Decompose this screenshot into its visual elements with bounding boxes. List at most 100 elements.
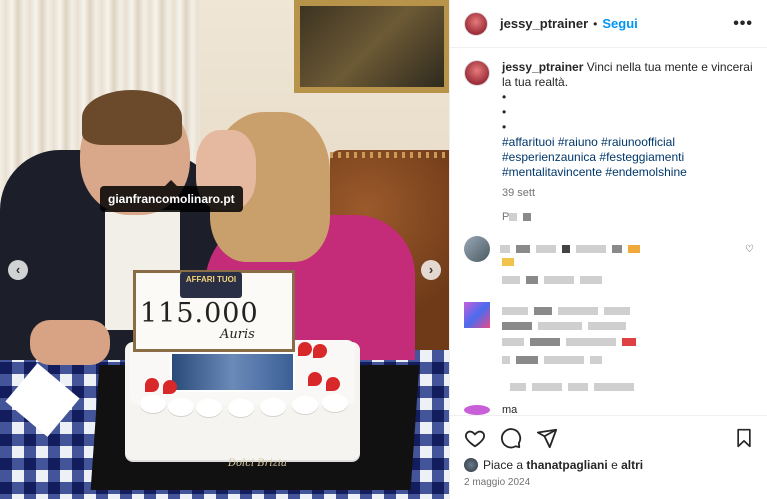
sign-subtext: Auris — [220, 327, 255, 342]
hashtag-line[interactable]: #mentalitavincente #endemolshine — [502, 165, 764, 180]
post-caption: jessy_ptrainer Vinci nella tua mente e v… — [464, 60, 764, 201]
pixelated-text — [536, 245, 556, 253]
cake-rosette — [168, 398, 194, 416]
cake-rosette — [260, 398, 286, 416]
pixelated-text — [502, 356, 510, 364]
caption-bullet: • — [502, 120, 507, 134]
caption-text-block: jessy_ptrainer Vinci nella tua mente e v… — [502, 60, 764, 201]
hashtag-line[interactable]: #affarituoi #raiuno #raiunoofficial — [502, 135, 764, 150]
caption-bullet: • — [502, 90, 507, 104]
pixelated-text — [502, 338, 524, 346]
pixelated-text — [562, 245, 570, 253]
pixelated-text — [628, 245, 640, 253]
comment-item-line — [510, 383, 640, 391]
cake-brand-label: Dolci Brizia — [228, 458, 287, 469]
commenter-avatar[interactable] — [464, 405, 490, 415]
pixelated-text — [538, 322, 582, 330]
pixelated-text — [509, 213, 518, 221]
pixelated-text — [594, 383, 634, 391]
post-actions: Piace a thanatpagliani e altri 2 maggio … — [450, 415, 767, 499]
user-tag[interactable]: gianfrancomolinaro.pt — [100, 180, 243, 212]
pixelated-text — [516, 356, 538, 364]
sign-amount: 115.000 — [140, 298, 259, 329]
pixelated-text — [516, 245, 530, 253]
cake-rosette — [292, 396, 318, 414]
photo-cake-image — [170, 352, 295, 392]
pixelated-text — [502, 322, 532, 330]
follow-button[interactable]: Segui — [602, 16, 637, 31]
cake-strawberry — [298, 342, 312, 356]
liker-username[interactable]: thanatpagliani — [526, 458, 607, 472]
cake-strawberry — [308, 372, 322, 386]
comment-item — [464, 302, 490, 328]
comment-item-line — [502, 276, 608, 284]
cake-strawberry — [163, 380, 177, 394]
pixelated-text — [532, 383, 562, 391]
pixelated-text — [534, 307, 552, 315]
prev-image-button[interactable]: ‹ — [8, 260, 28, 280]
pixelated-text — [590, 356, 602, 364]
pixelated-text — [588, 322, 626, 330]
post-date: 2 maggio 2024 — [464, 477, 531, 488]
photo-painting — [294, 0, 449, 93]
pixelated-text — [526, 276, 538, 284]
pixelated-text — [544, 356, 584, 364]
pixelated-text — [523, 213, 532, 221]
pixelated-text — [544, 276, 574, 284]
pixelated-text — [576, 245, 606, 253]
more-options-icon[interactable]: ••• — [733, 15, 753, 33]
cake-strawberry — [326, 377, 340, 391]
cake-rosette — [196, 399, 222, 417]
pixelated-text — [500, 245, 510, 253]
pixelated-text — [622, 338, 636, 346]
liker-avatar[interactable] — [464, 458, 478, 472]
pixelated-text — [502, 307, 528, 315]
pixelated-text — [568, 383, 588, 391]
pixelated-text — [558, 307, 598, 315]
likes-prefix: Piace a — [483, 458, 524, 472]
header-separator: • — [593, 16, 598, 31]
cake-rosette — [228, 399, 254, 417]
heart-icon[interactable] — [464, 427, 486, 449]
photo-sofa-studs — [330, 152, 449, 158]
comment-icon[interactable] — [500, 427, 522, 449]
share-icon[interactable] — [536, 427, 558, 449]
caption-time: 39 sett — [502, 187, 536, 199]
cake-strawberry — [313, 344, 327, 358]
post-header: jessy_ptrainer • Segui ••• — [450, 0, 767, 48]
likes-summary: Piace a thanatpagliani e altri — [464, 458, 754, 472]
caption-bullet: • — [502, 105, 507, 119]
author-avatar[interactable] — [464, 11, 488, 36]
next-image-button[interactable]: › — [421, 260, 441, 280]
comment-item-line — [502, 322, 632, 330]
commenter-avatar[interactable] — [464, 236, 490, 262]
photo-arm — [30, 320, 110, 365]
post-sidebar: jessy_ptrainer • Segui ••• jessy_ptraine… — [449, 0, 767, 499]
pixelated-text — [502, 276, 520, 284]
author-username[interactable]: jessy_ptrainer — [500, 16, 588, 31]
pixelated-text — [580, 276, 602, 284]
pixelated-text — [510, 383, 526, 391]
cake-strawberry — [145, 378, 159, 392]
bookmark-icon[interactable] — [734, 427, 754, 449]
comment-item-line — [502, 258, 520, 266]
pixelated-text — [566, 338, 616, 346]
post-photo[interactable]: AFFARI TUOI 115.000 Auris Dolci Brizia g… — [0, 0, 449, 499]
caption-avatar[interactable] — [464, 60, 490, 86]
hashtag-line[interactable]: #esperienzaunica #festeggiamenti — [502, 150, 764, 165]
commenter-avatar[interactable] — [464, 302, 490, 328]
pixelated-text — [502, 258, 514, 266]
sign-header: AFFARI TUOI — [180, 272, 242, 298]
likes-and: e — [611, 458, 618, 472]
pixelated-text — [604, 307, 630, 315]
pixelated-text — [530, 338, 560, 346]
likes-others-link[interactable]: altri — [621, 458, 643, 472]
cake-rosette — [322, 394, 348, 412]
comment-item-line — [502, 338, 642, 346]
pixelated-text — [612, 245, 622, 253]
comment-like-icon[interactable]: ♡ — [745, 244, 754, 255]
cake-rosette — [140, 395, 166, 413]
comment-partial-label-row: P — [502, 211, 537, 223]
comment-partial-label: P — [502, 211, 510, 223]
caption-username[interactable]: jessy_ptrainer — [502, 60, 583, 74]
